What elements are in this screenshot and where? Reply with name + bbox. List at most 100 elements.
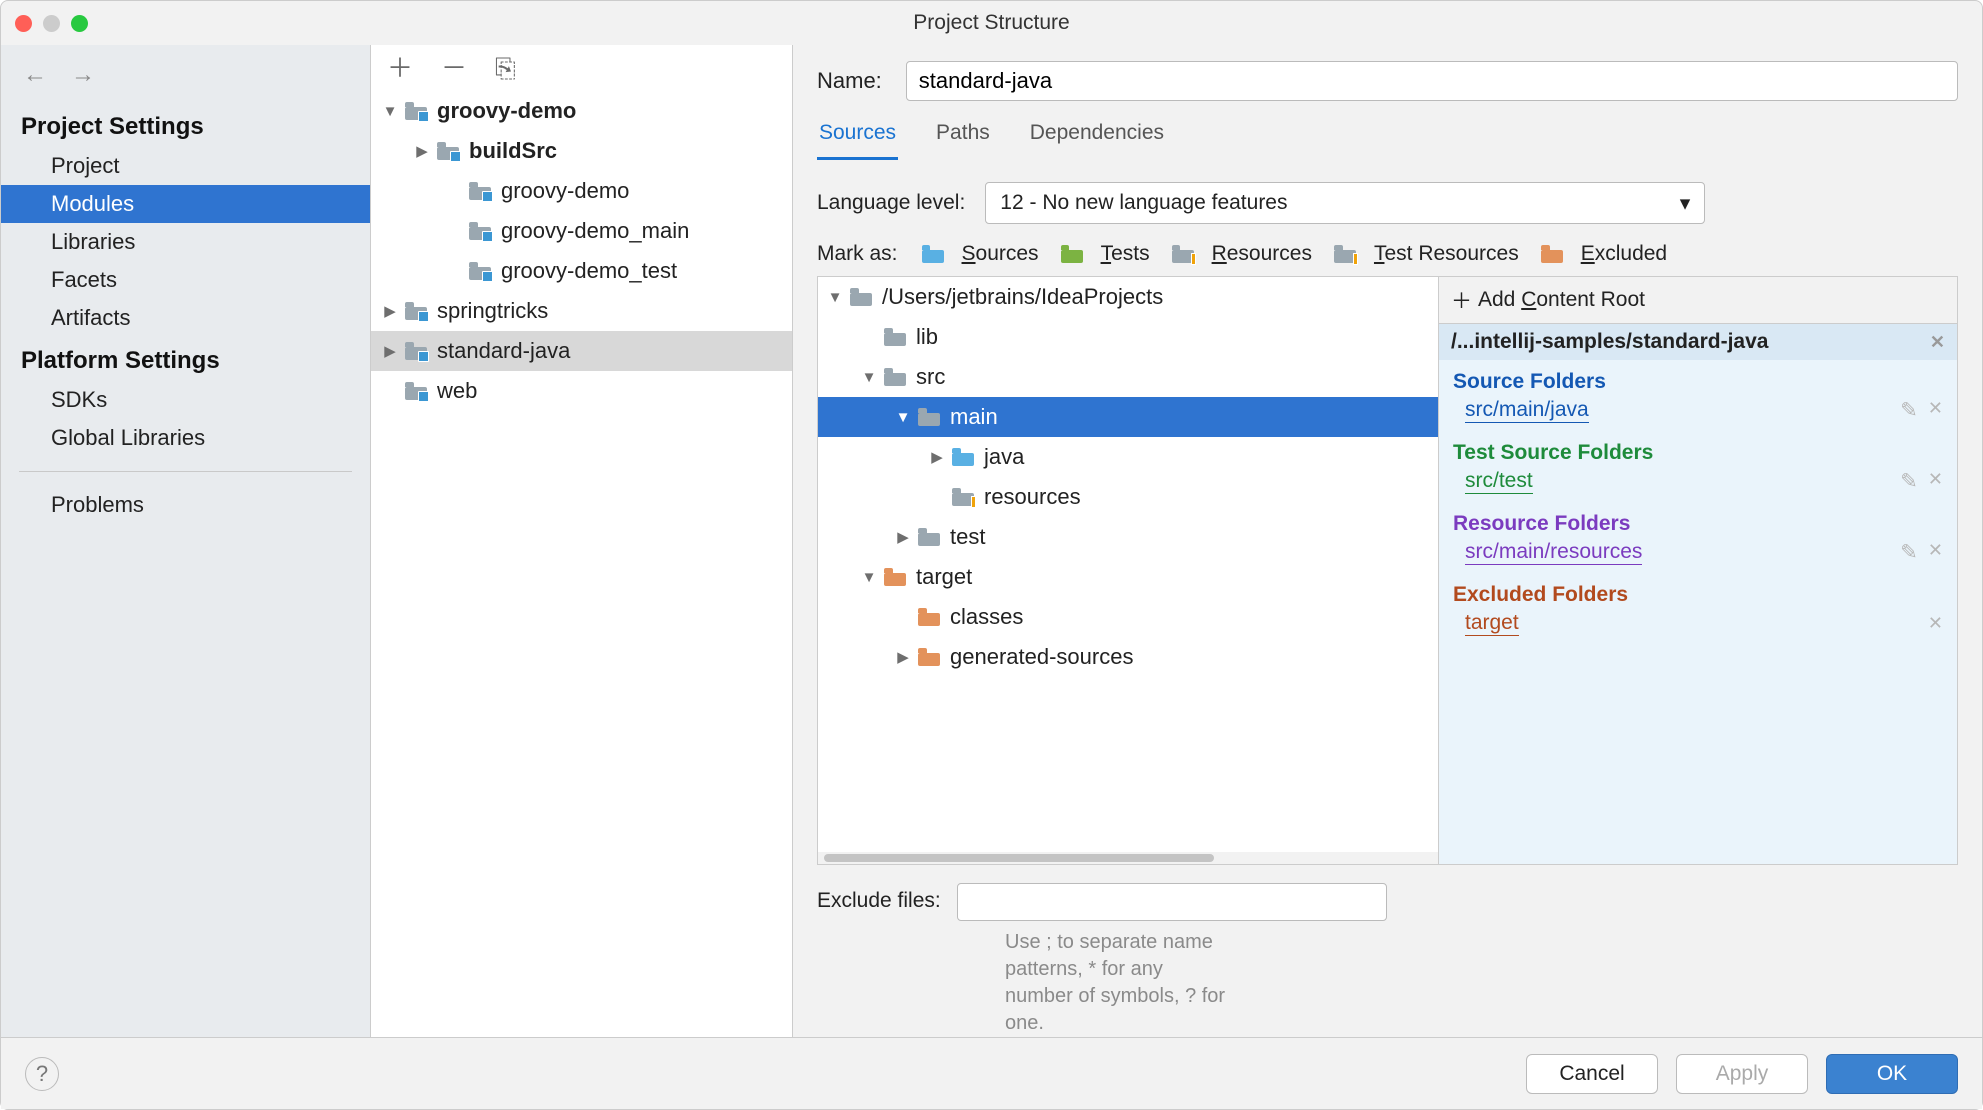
nav-forward-icon[interactable]: → <box>71 61 95 89</box>
exclude-files-input[interactable] <box>957 883 1387 921</box>
exclude-files-label: Exclude files: <box>817 883 941 913</box>
sidebar-group-platform: Platform Settings <box>1 337 370 381</box>
section-title: Test Source Folders <box>1439 431 1957 467</box>
apply-button[interactable]: Apply <box>1676 1054 1808 1094</box>
tree-twist-icon[interactable]: ▼ <box>860 569 878 586</box>
tab-dependencies[interactable]: Dependencies <box>1028 111 1166 160</box>
folder-label: test <box>950 524 1430 550</box>
copy-module-icon[interactable]: ⎘ <box>495 55 516 81</box>
folder-label: target <box>916 564 1430 590</box>
source-tree-row[interactable]: ▼ target <box>818 557 1438 597</box>
module-details: Name: Sources Paths Dependencies Language … <box>793 45 1982 1037</box>
language-level-label: Language level: <box>817 191 965 215</box>
name-label: Name: <box>817 68 882 94</box>
sidebar-item-global-libraries[interactable]: Global Libraries <box>1 419 370 457</box>
horizontal-scrollbar[interactable] <box>818 852 1438 864</box>
section-folder-row[interactable]: src/main/java✕ <box>1439 396 1957 431</box>
source-tree-panel: ▼ /Users/jetbrains/IdeaProjects lib▼src▼ma… <box>817 276 1438 865</box>
help-icon[interactable]: ? <box>25 1057 59 1091</box>
module-tree-row[interactable]: ▶standard-java <box>371 331 792 371</box>
mark-test-resources[interactable]: Test Resources <box>1334 242 1519 266</box>
module-label: buildSrc <box>469 138 784 164</box>
source-tree-row[interactable]: ▼main <box>818 397 1438 437</box>
exclude-files-hint: Use ; to separate name patterns, * for a… <box>793 921 1253 1037</box>
section-folder-row[interactable]: src/main/resources✕ <box>1439 538 1957 573</box>
module-tree[interactable]: ▼ groovy-demo ▶ buildSrc groovy-demo groovy-d… <box>371 91 792 1037</box>
source-tree-row[interactable]: lib <box>818 317 1438 357</box>
mark-sources[interactable]: Sources <box>922 242 1039 266</box>
language-level-select[interactable]: 12 - No new language features ▾ <box>985 182 1705 224</box>
sidebar-item-modules[interactable]: Modules <box>1 185 370 223</box>
ok-button[interactable]: OK <box>1826 1054 1958 1094</box>
tab-sources[interactable]: Sources <box>817 111 898 160</box>
remove-content-root-icon[interactable]: ✕ <box>1930 332 1945 353</box>
module-tabs: Sources Paths Dependencies <box>793 111 1982 160</box>
remove-icon[interactable]: ✕ <box>1928 469 1943 494</box>
module-panel: ＋ － ⎘ ▼ groovy-demo ▶ buildSrc groovy-demo gr… <box>371 45 793 1037</box>
module-tree-row[interactable]: groovy-demo <box>371 171 792 211</box>
folder-label: /Users/jetbrains/IdeaProjects <box>882 284 1430 310</box>
remove-icon[interactable]: ✕ <box>1928 398 1943 423</box>
source-tree-row[interactable]: ▼src <box>818 357 1438 397</box>
add-module-icon[interactable]: ＋ <box>387 55 413 81</box>
tree-twist-icon[interactable]: ▼ <box>381 103 399 120</box>
tree-twist-icon[interactable]: ▶ <box>381 302 399 320</box>
tree-twist-icon[interactable]: ▼ <box>894 409 912 426</box>
tree-twist-icon[interactable]: ▼ <box>826 289 844 306</box>
content-root-entry[interactable]: /...intellij-samples/standard-java ✕ <box>1439 324 1957 360</box>
tree-twist-icon[interactable]: ▶ <box>928 448 946 466</box>
cancel-button[interactable]: Cancel <box>1526 1054 1658 1094</box>
source-tree-row[interactable]: ▶java <box>818 437 1438 477</box>
tree-twist-icon[interactable]: ▶ <box>894 648 912 666</box>
add-content-root-label[interactable]: Add Content Root <box>1478 288 1645 312</box>
sidebar-item-artifacts[interactable]: Artifacts <box>1 299 370 337</box>
source-tree-row[interactable]: resources <box>818 477 1438 517</box>
sidebar-item-sdks[interactable]: SDKs <box>1 381 370 419</box>
sidebar-group-project: Project Settings <box>1 103 370 147</box>
module-tree-row[interactable]: ▼ groovy-demo <box>371 91 792 131</box>
section-title: Excluded Folders <box>1439 573 1957 609</box>
module-label: groovy-demo <box>437 98 784 124</box>
remove-icon[interactable]: ✕ <box>1928 613 1943 634</box>
source-tree-row[interactable]: classes <box>818 597 1438 637</box>
remove-module-icon[interactable]: － <box>441 55 467 81</box>
edit-icon[interactable] <box>1900 540 1918 565</box>
mark-resources[interactable]: Resources <box>1172 242 1312 266</box>
folder-label: generated-sources <box>950 644 1430 670</box>
sidebar-item-facets[interactable]: Facets <box>1 261 370 299</box>
window-title: Project Structure <box>1 11 1982 35</box>
tree-twist-icon[interactable]: ▶ <box>413 142 431 160</box>
module-tree-row[interactable]: ▶ buildSrc <box>371 131 792 171</box>
edit-icon[interactable] <box>1900 398 1918 423</box>
add-content-root-icon[interactable]: ＋ <box>1451 285 1472 315</box>
tree-twist-icon[interactable]: ▶ <box>894 528 912 546</box>
section-folder-row[interactable]: src/test✕ <box>1439 467 1957 502</box>
source-tree[interactable]: ▼ /Users/jetbrains/IdeaProjects lib▼src▼ma… <box>818 277 1438 852</box>
nav-back-icon[interactable]: ← <box>23 61 47 89</box>
mark-tests[interactable]: Tests <box>1061 242 1150 266</box>
module-label: groovy-demo_test <box>501 258 784 284</box>
folder-label: resources <box>984 484 1430 510</box>
module-name-input[interactable] <box>906 61 1958 101</box>
mark-excluded[interactable]: Excluded <box>1541 242 1667 266</box>
module-label: groovy-demo <box>501 178 784 204</box>
section-folder-row[interactable]: target✕ <box>1439 609 1957 644</box>
sidebar-divider <box>19 471 352 472</box>
source-tree-row[interactable]: ▶ generated-sources <box>818 637 1438 677</box>
content-root-panel: ＋ Add Content Root /...intellij-samples/… <box>1438 276 1958 865</box>
remove-icon[interactable]: ✕ <box>1928 540 1943 565</box>
tree-twist-icon[interactable]: ▼ <box>860 369 878 386</box>
module-tree-row[interactable]: ▶springtricks <box>371 291 792 331</box>
source-tree-row[interactable]: ▼ /Users/jetbrains/IdeaProjects <box>818 277 1438 317</box>
sidebar-item-problems[interactable]: Problems <box>1 486 370 524</box>
tree-twist-icon[interactable]: ▶ <box>381 342 399 360</box>
sidebar-item-libraries[interactable]: Libraries <box>1 223 370 261</box>
module-tree-row[interactable]: groovy-demo_main <box>371 211 792 251</box>
sidebar-item-project[interactable]: Project <box>1 147 370 185</box>
source-tree-row[interactable]: ▶ test <box>818 517 1438 557</box>
module-tree-row[interactable]: web <box>371 371 792 411</box>
folder-label: classes <box>950 604 1430 630</box>
edit-icon[interactable] <box>1900 469 1918 494</box>
tab-paths[interactable]: Paths <box>934 111 992 160</box>
module-tree-row[interactable]: groovy-demo_test <box>371 251 792 291</box>
